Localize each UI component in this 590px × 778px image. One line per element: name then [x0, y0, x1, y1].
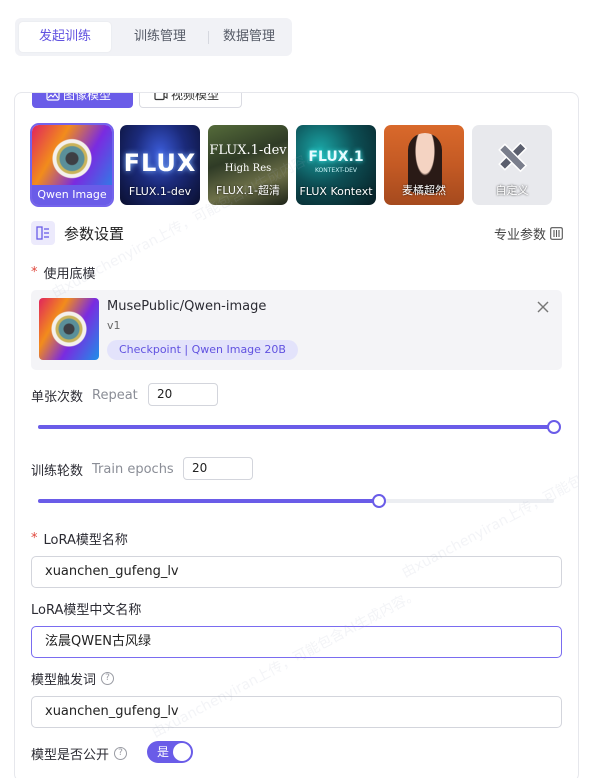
- repeat-label: 单张次数 Repeat: [31, 386, 138, 405]
- public-label-text: 模型是否公开: [31, 748, 110, 763]
- public-toggle[interactable]: 是: [147, 741, 193, 763]
- help-icon[interactable]: ?: [101, 672, 115, 685]
- base-model-label-text: 使用底模: [43, 267, 96, 282]
- base-model-name: MusePublic/Qwen-image: [107, 299, 267, 314]
- epochs-label-text: 训练轮数: [31, 464, 84, 479]
- trigger-word-label-text: 模型触发词: [31, 673, 97, 688]
- epochs-input[interactable]: 20: [183, 457, 253, 480]
- params-section-header: 参数设置: [31, 221, 124, 245]
- lora-cn-name-label-text: LoRA模型中文名称: [31, 603, 142, 618]
- tab-training-management[interactable]: 训练管理: [113, 22, 207, 52]
- top-tab-bar: 发起训练 训练管理 数据管理: [15, 18, 292, 56]
- flux-hires-art: FLUX.1-dev: [209, 143, 287, 158]
- model-tile-flux-hires[interactable]: FLUX.1-dev High Res FLUX.1-超清: [208, 125, 288, 205]
- lora-cn-name-label: LoRA模型中文名称: [31, 599, 141, 618]
- public-label: 模型是否公开 ?: [31, 744, 128, 763]
- lora-name-input[interactable]: xuanchen_gufeng_lv: [31, 556, 562, 588]
- video-model-icon: [154, 93, 168, 101]
- pro-params-label: 专业参数: [493, 228, 546, 243]
- kontext-logo-art: FLUX.1: [308, 149, 364, 165]
- lora-cn-name-input[interactable]: 泫晨QWEN古风绿: [31, 626, 562, 658]
- model-tile-label: 麦橘超然: [402, 184, 446, 197]
- tab-start-training[interactable]: 发起训练: [19, 22, 111, 52]
- video-model-tab-label: 视频模型: [171, 92, 220, 102]
- params-settings-icon: [31, 221, 55, 245]
- toggle-knob: [173, 743, 191, 761]
- close-icon[interactable]: [536, 300, 550, 314]
- sliders-icon: [550, 227, 563, 240]
- model-tile-label: 自定义: [495, 184, 529, 197]
- model-tile-label: Qwen Image: [32, 185, 112, 205]
- epochs-sublabel: Train epochs: [92, 462, 174, 477]
- selected-base-model[interactable]: MusePublic/Qwen-image v1 Checkpoint | Qw…: [31, 290, 562, 370]
- public-toggle-text: 是: [157, 745, 170, 759]
- training-form-card: 图像模型 视频模型 Qwen Image FLUX FLUX.1-dev FLU…: [14, 92, 579, 778]
- image-model-tab[interactable]: 图像模型: [32, 92, 133, 108]
- epochs-slider-fill: [38, 499, 379, 503]
- repeat-label-text: 单张次数: [31, 390, 84, 405]
- image-model-icon: [46, 93, 60, 101]
- model-tile-label: FLUX Kontext: [299, 185, 373, 198]
- repeat-slider-handle[interactable]: [547, 420, 561, 434]
- pro-params-link[interactable]: 专业参数: [494, 224, 563, 243]
- epochs-slider-handle[interactable]: [371, 494, 386, 508]
- model-tile-flux-dev[interactable]: FLUX FLUX.1-dev: [120, 125, 200, 205]
- video-model-tab[interactable]: 视频模型: [139, 92, 242, 108]
- kontext-logo-art-sub: KONTEXT-DEV: [314, 167, 358, 174]
- tab-data-management[interactable]: 数据管理: [209, 22, 289, 52]
- trigger-word-label: 模型触发词 ?: [31, 669, 115, 688]
- lora-name-label: * LoRA模型名称: [31, 529, 128, 548]
- base-model-badge: Checkpoint | Qwen Image 20B: [107, 340, 298, 360]
- flux-logo-art: FLUX: [123, 149, 197, 177]
- model-tile-flux-kontext[interactable]: FLUX.1 KONTEXT-DEV FLUX Kontext: [296, 125, 376, 205]
- repeat-slider-fill: [38, 425, 554, 429]
- model-tile-label: FLUX.1-超清: [216, 184, 280, 197]
- repeat-sublabel: Repeat: [92, 388, 138, 403]
- model-tile-qwen-image[interactable]: Qwen Image: [30, 123, 114, 207]
- image-model-tab-label: 图像模型: [63, 92, 112, 102]
- model-tile-label: FLUX.1-dev: [128, 185, 192, 198]
- repeat-input[interactable]: 20: [148, 383, 218, 406]
- params-section-title: 参数设置: [64, 224, 125, 243]
- model-tile-custom[interactable]: 自定义: [472, 125, 552, 205]
- base-model-thumbnail: [39, 298, 99, 360]
- pencil-ruler-icon: [498, 141, 528, 173]
- trigger-word-input[interactable]: xuanchen_gufeng_lv: [31, 696, 562, 728]
- base-model-version: v1: [107, 319, 121, 332]
- required-marker: *: [31, 265, 38, 280]
- flux-hires-art-sub: High Res: [224, 163, 272, 174]
- repeat-slider[interactable]: [38, 420, 561, 434]
- required-marker: *: [31, 531, 38, 546]
- base-model-label: * 使用底模: [31, 263, 96, 282]
- epochs-slider[interactable]: [38, 494, 554, 508]
- help-icon[interactable]: ?: [114, 747, 128, 760]
- lora-name-label-text: LoRA模型名称: [43, 533, 128, 548]
- model-tile-majic-realistic[interactable]: 麦橘超然: [384, 125, 464, 205]
- epochs-label: 训练轮数 Train epochs: [31, 460, 174, 479]
